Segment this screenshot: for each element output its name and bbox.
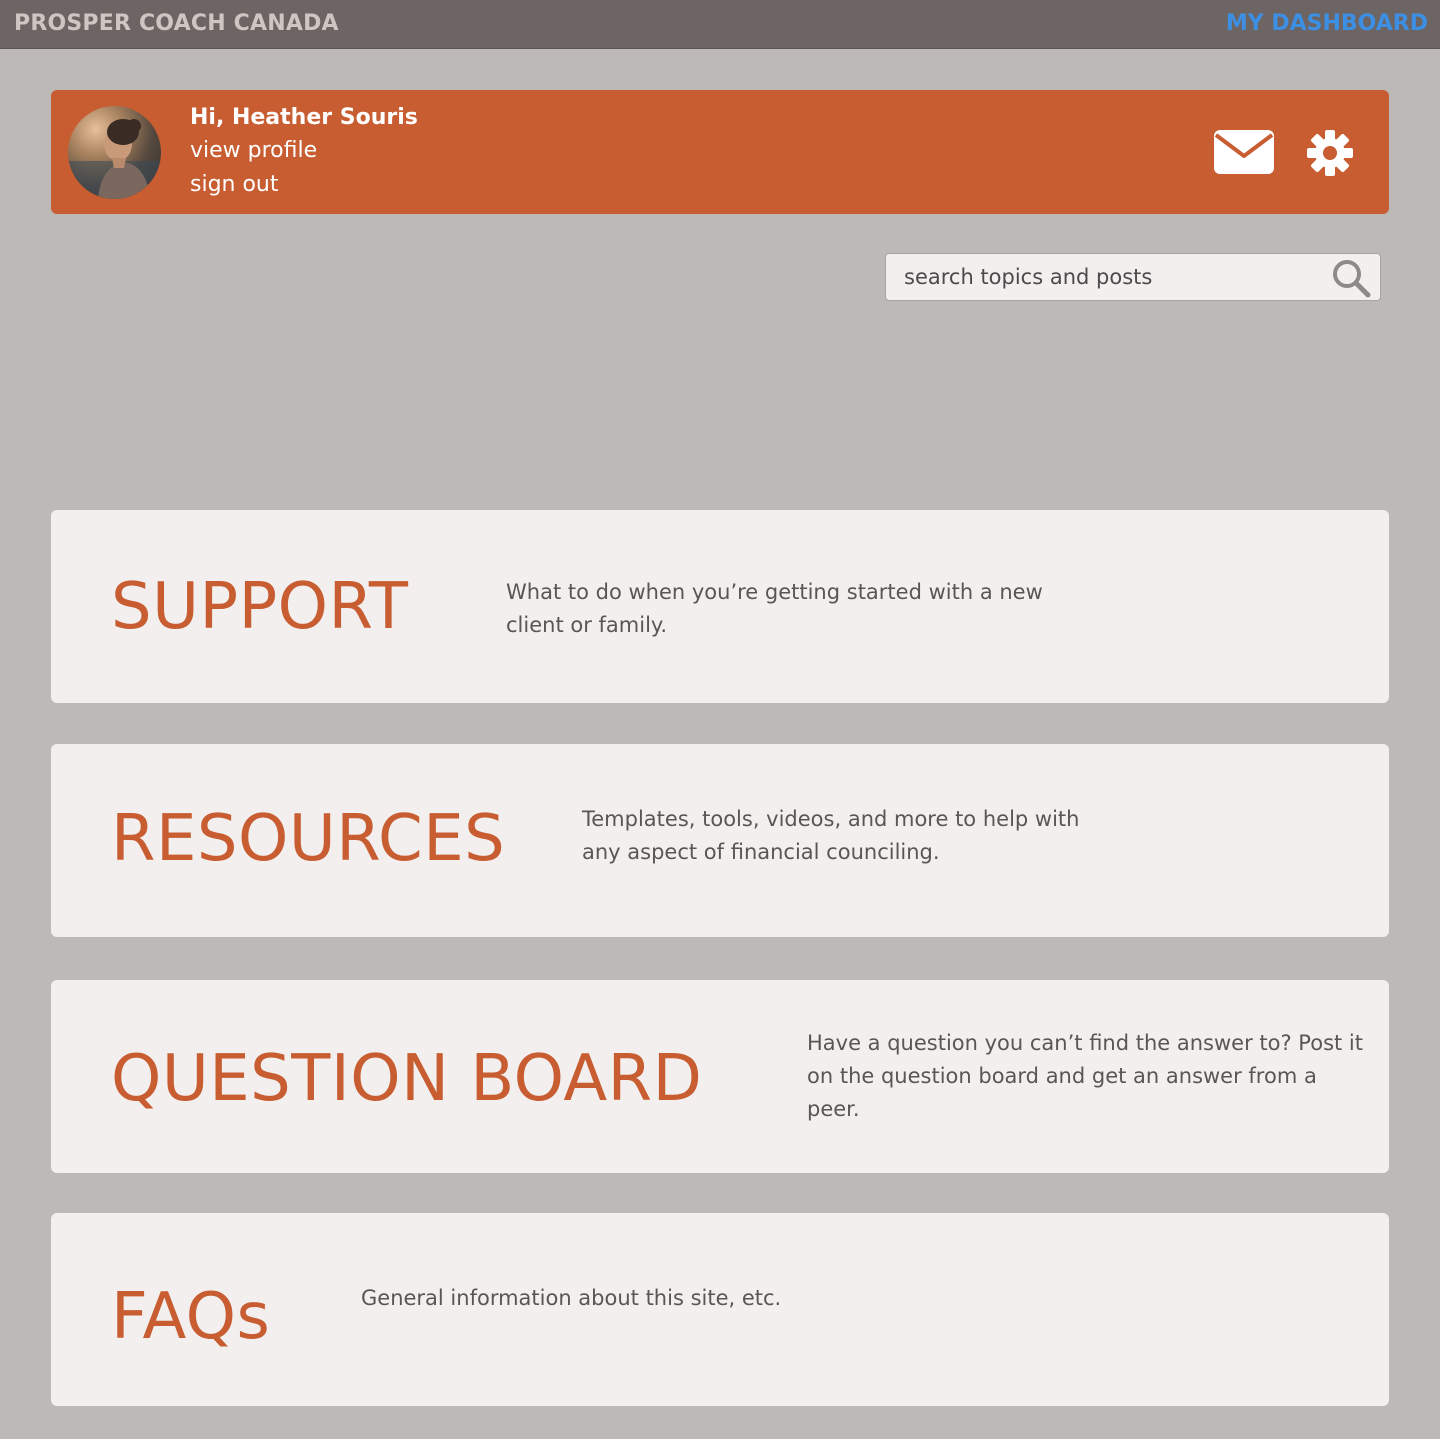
my-dashboard-link[interactable]: MY DASHBOARD bbox=[1226, 11, 1428, 36]
question-board-card[interactable]: QUESTION BOARD Have a question you can’t… bbox=[51, 980, 1389, 1173]
magnifier-icon[interactable] bbox=[1330, 257, 1372, 299]
support-card[interactable]: SUPPORT What to do when you’re getting s… bbox=[51, 510, 1389, 703]
top-navigation-bar: PROSPER COACH CANADA MY DASHBOARD bbox=[0, 0, 1440, 49]
card-title: SUPPORT bbox=[111, 570, 409, 644]
card-description: Templates, tools, videos, and more to he… bbox=[582, 807, 1080, 864]
card-description: What to do when you’re getting started w… bbox=[506, 580, 1043, 637]
card-description: Have a question you can’t find the answe… bbox=[807, 1031, 1363, 1121]
sign-out-link[interactable]: sign out bbox=[190, 172, 279, 197]
search-input[interactable] bbox=[886, 254, 1316, 300]
faqs-card[interactable]: FAQs General information about this site… bbox=[51, 1213, 1389, 1406]
card-title: QUESTION BOARD bbox=[111, 1042, 703, 1116]
user-photo-icon bbox=[68, 119, 161, 199]
search-box bbox=[885, 253, 1381, 301]
card-title: RESOURCES bbox=[111, 802, 506, 876]
card-title: FAQs bbox=[111, 1280, 271, 1354]
resources-card[interactable]: RESOURCES Templates, tools, videos, and … bbox=[51, 744, 1389, 937]
gear-icon[interactable] bbox=[1306, 129, 1354, 177]
envelope-icon[interactable] bbox=[1213, 128, 1275, 176]
greeting-text: Hi, Heather Souris bbox=[190, 105, 418, 130]
site-brand: PROSPER COACH CANADA bbox=[14, 11, 339, 36]
avatar[interactable] bbox=[68, 106, 161, 199]
card-description: General information about this site, etc… bbox=[361, 1286, 782, 1310]
user-banner: Hi, Heather Souris view profile sign out bbox=[51, 90, 1389, 214]
view-profile-link[interactable]: view profile bbox=[190, 138, 317, 163]
